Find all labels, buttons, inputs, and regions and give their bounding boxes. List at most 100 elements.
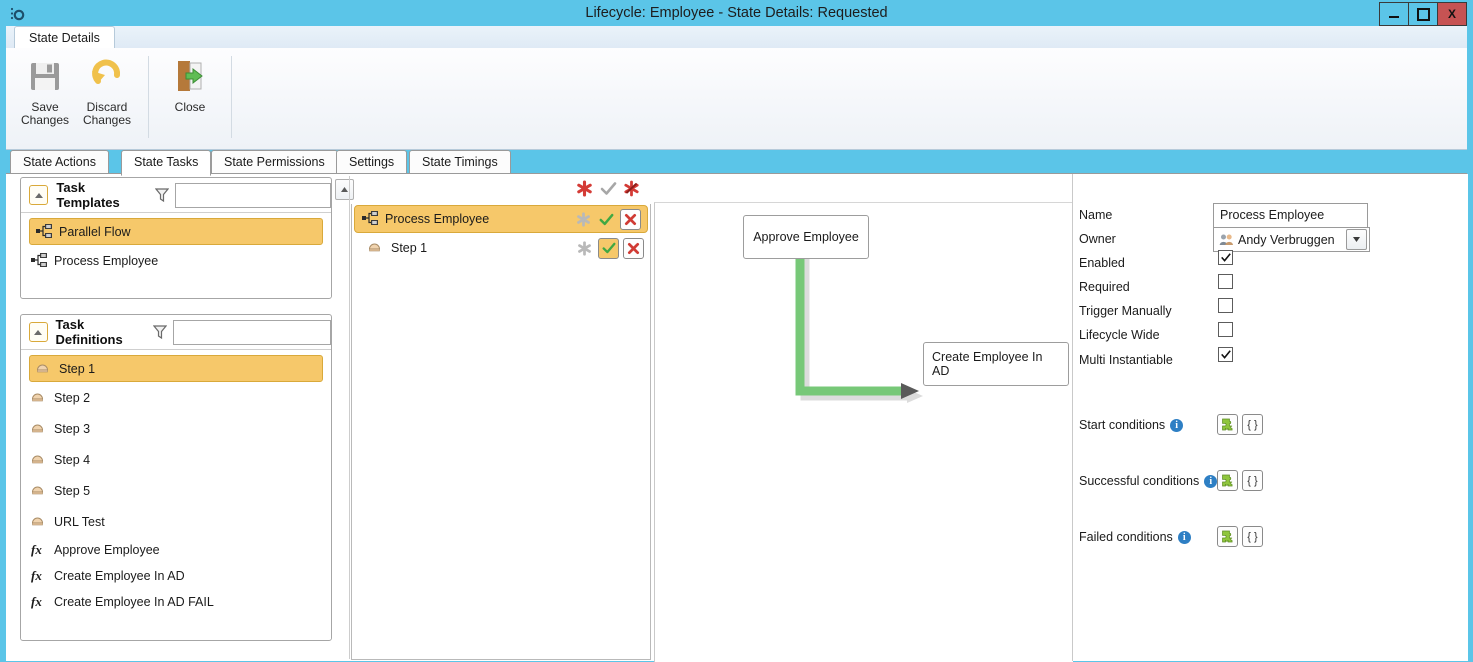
tab-settings[interactable]: Settings [336, 150, 408, 175]
function-fx-icon: fx [31, 594, 42, 609]
start-conditions-actions: { } [1217, 414, 1263, 435]
list-item[interactable]: fx Approve Employee [21, 537, 331, 563]
trigger-manually-checkbox[interactable] [1218, 298, 1233, 313]
failed-condition-icon[interactable] [623, 237, 644, 259]
list-item[interactable]: Process Employee [21, 245, 331, 276]
tab-state-actions[interactable]: State Actions [10, 150, 109, 175]
create-employee-in-ad-node[interactable]: Create Employee In AD [923, 342, 1069, 386]
list-item[interactable]: Step 3 [21, 413, 331, 444]
info-icon[interactable]: i [1177, 530, 1191, 544]
lifecycle-wide-label: Lifecycle Wide [1079, 328, 1160, 342]
list-item-label: Create Employee In AD FAIL [54, 595, 214, 609]
list-item-label: Step 3 [54, 421, 91, 436]
list-item[interactable]: URL Test [21, 506, 331, 537]
task-step-icon [368, 240, 385, 256]
info-icon[interactable]: i [1170, 418, 1184, 432]
task-templates-filter-input[interactable] [175, 182, 331, 208]
failed-condition-icon [623, 180, 640, 197]
approve-employee-node[interactable]: Approve Employee [743, 215, 869, 259]
undo-arrow-icon [89, 58, 125, 97]
list-item[interactable]: fx Create Employee In AD [21, 563, 331, 589]
list-item-label: Step 4 [54, 452, 91, 467]
failed-conditions-label: Failed conditions [1079, 530, 1173, 544]
list-item[interactable]: Step 1 [29, 355, 323, 382]
trigger-manually-label: Trigger Manually [1079, 304, 1172, 318]
start-conditions-braces-button[interactable]: { } [1242, 414, 1263, 435]
list-item-label: Process Employee [54, 253, 159, 268]
successful-condition-icon[interactable] [597, 210, 616, 229]
green-puzzle-icon[interactable] [1217, 414, 1238, 435]
discard-changes-button[interactable]: Discard Changes [76, 52, 138, 127]
task-step-icon [31, 452, 48, 468]
save-changes-button[interactable]: Save Changes [14, 52, 76, 127]
tab-state-permissions[interactable]: State Permissions [211, 150, 338, 175]
close-ribbon-button[interactable]: Close [159, 52, 221, 114]
enabled-label: Enabled [1079, 256, 1125, 270]
owner-select[interactable]: Andy Verbruggen [1213, 227, 1370, 252]
failed-conditions-braces-button[interactable]: { } [1242, 526, 1263, 547]
start-conditions-label: Start conditions [1079, 418, 1166, 432]
task-templates-header: Task Templates [21, 178, 331, 212]
start-conditions-label-row: Start conditions i [1079, 414, 1184, 436]
task-definitions-filter-input[interactable] [173, 319, 331, 345]
tab-state-timings[interactable]: State Timings [409, 150, 511, 175]
list-item[interactable]: Parallel Flow [29, 218, 323, 245]
users-icon [1219, 233, 1234, 246]
list-item[interactable]: fx Create Employee In AD FAIL [21, 589, 331, 615]
successful-conditions-braces-button[interactable]: { } [1242, 470, 1263, 491]
start-condition-icon[interactable] [575, 239, 594, 258]
properties-panel: Name Owner Enabled Required Trigger Manu… [1072, 174, 1468, 661]
collapse-toggle-icon[interactable] [29, 322, 48, 342]
task-tree-header [351, 174, 651, 206]
owner-label: Owner [1079, 232, 1116, 246]
list-item-label: Parallel Flow [59, 224, 131, 239]
green-puzzle-icon[interactable] [1217, 470, 1238, 491]
task-step-icon [31, 514, 48, 530]
task-templates-list: Parallel Flow Process Employee [21, 212, 331, 297]
filter-icon [154, 187, 170, 203]
table-row[interactable]: Process Employee [354, 205, 648, 233]
content-area: Task Templates Parallel Flow Process Emp… [6, 173, 1468, 662]
task-tree-panel: Process Employee Step 1 [351, 174, 651, 661]
tree-row-icons [575, 233, 644, 263]
minimize-button[interactable] [1379, 2, 1409, 26]
ribbon-tab-row: State Details [6, 26, 1467, 50]
enabled-checkbox[interactable] [1218, 250, 1233, 265]
tree-row-label-wrap: Process Employee [355, 211, 489, 227]
table-row[interactable]: Step 1 [352, 233, 650, 263]
list-item[interactable]: Step 4 [21, 444, 331, 475]
required-checkbox[interactable] [1218, 274, 1233, 289]
close-button[interactable]: X [1437, 2, 1467, 26]
multi-instantiable-checkbox[interactable] [1218, 347, 1233, 362]
tree-row-label: Step 1 [391, 241, 428, 255]
ribbon-separator [148, 56, 149, 138]
function-fx-icon: fx [31, 542, 42, 557]
collapse-toggle-icon[interactable] [29, 185, 49, 205]
chevron-down-icon[interactable] [1346, 229, 1367, 250]
maximize-button[interactable] [1408, 2, 1438, 26]
close-ribbon-label: Close [174, 100, 206, 114]
successful-condition-icon[interactable] [598, 237, 619, 259]
green-puzzle-icon[interactable] [1217, 526, 1238, 547]
main-tab-bar: State Actions State Tasks State Permissi… [6, 150, 1467, 176]
list-item[interactable]: Step 2 [21, 382, 331, 413]
list-item-label: Create Employee In AD [54, 569, 185, 583]
ribbon-tab-state-details[interactable]: State Details [14, 26, 115, 50]
task-definitions-title: Task Definitions [55, 317, 123, 347]
name-field[interactable]: Process Employee [1213, 203, 1368, 228]
successful-conditions-label-row: Successful conditions i [1079, 470, 1218, 492]
start-condition-icon [576, 180, 593, 197]
task-templates-group: Task Templates Parallel Flow Process Emp… [20, 177, 332, 299]
tab-state-tasks[interactable]: State Tasks [121, 150, 212, 176]
workflow-diagram[interactable]: Approve Employee Create Employee In AD [654, 202, 1073, 662]
window-controls: X [1379, 2, 1467, 26]
task-tree-list: Process Employee Step 1 [351, 204, 651, 660]
task-templates-title: Task Templates [56, 180, 120, 210]
left-panel: Task Templates Parallel Flow Process Emp… [10, 174, 354, 661]
start-condition-icon[interactable] [574, 210, 593, 229]
info-icon[interactable]: i [1204, 474, 1218, 488]
successful-condition-icon [600, 180, 617, 197]
list-item[interactable]: Step 5 [21, 475, 331, 506]
failed-condition-icon[interactable] [620, 208, 641, 230]
lifecycle-wide-checkbox[interactable] [1218, 322, 1233, 337]
